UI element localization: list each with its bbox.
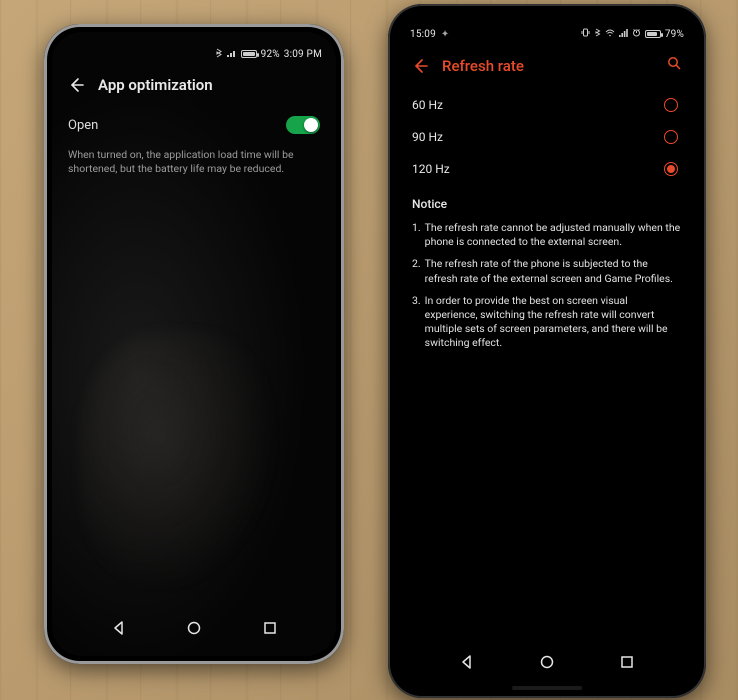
- back-arrow-icon[interactable]: [412, 58, 428, 74]
- option-120hz[interactable]: 120 Hz: [410, 153, 684, 185]
- toggle-description: When turned on, the application load tim…: [66, 142, 322, 176]
- notice-text: The refresh rate of the phone is subject…: [425, 257, 682, 285]
- toggle-label: Open: [68, 118, 98, 133]
- radio-icon: [664, 98, 678, 112]
- alarm-icon: [632, 28, 641, 40]
- vibrate-icon: [581, 28, 590, 40]
- nav-recents-icon[interactable]: [618, 653, 636, 671]
- status-bar: 92% 3:09 PM: [66, 42, 322, 66]
- notice-text: In order to provide the best on screen v…: [425, 294, 682, 351]
- screen-left: 92% 3:09 PM App optimization Open When t…: [52, 32, 336, 656]
- radio-icon: [664, 130, 678, 144]
- screen-right: 15:09 ✦ 79% Refre: [396, 12, 698, 690]
- notification-icon: ✦: [441, 29, 450, 40]
- bluetooth-icon: [215, 48, 223, 61]
- nav-home-icon[interactable]: [185, 619, 203, 637]
- search-icon[interactable]: [667, 56, 682, 75]
- battery-percent: 92%: [261, 49, 280, 60]
- nav-back-icon[interactable]: [110, 619, 128, 637]
- option-label: 120 Hz: [412, 162, 450, 176]
- battery-icon: [241, 50, 257, 58]
- status-bar: 15:09 ✦ 79%: [410, 22, 684, 46]
- radio-icon: [664, 162, 678, 176]
- list-number: 3.: [412, 294, 421, 351]
- nav-home-icon[interactable]: [538, 653, 556, 671]
- back-arrow-icon[interactable]: [68, 77, 84, 93]
- battery-percent: 79%: [665, 29, 684, 40]
- notice-item: 1. The refresh rate cannot be adjusted m…: [410, 217, 684, 253]
- option-label: 90 Hz: [412, 130, 443, 144]
- signal-icon: [227, 49, 237, 60]
- wifi-icon: [605, 29, 615, 40]
- list-number: 2.: [412, 257, 421, 285]
- header-row: Refresh rate: [410, 46, 684, 89]
- phone-left: 92% 3:09 PM App optimization Open When t…: [44, 24, 344, 664]
- toggle-row: Open: [66, 108, 322, 142]
- nav-bar: [52, 614, 336, 642]
- notice-text: The refresh rate cannot be adjusted manu…: [425, 221, 682, 249]
- page-title: Refresh rate: [442, 57, 524, 75]
- nav-recents-icon[interactable]: [261, 619, 279, 637]
- screen-reflection: [80, 332, 279, 594]
- option-label: 60 Hz: [412, 98, 443, 112]
- page-title: App optimization: [98, 76, 213, 94]
- open-toggle[interactable]: [286, 116, 320, 134]
- notice-item: 3. In order to provide the best on scree…: [410, 290, 684, 355]
- header-row: App optimization: [66, 66, 322, 108]
- notice-heading: Notice: [410, 185, 684, 217]
- clock: 3:09 PM: [284, 49, 322, 60]
- notice-item: 2. The refresh rate of the phone is subj…: [410, 253, 684, 289]
- nav-bar: [396, 648, 698, 676]
- bluetooth-icon: [594, 28, 601, 40]
- clock: 15:09: [410, 29, 436, 40]
- option-90hz[interactable]: 90 Hz: [410, 121, 684, 153]
- speaker-bottom: [512, 686, 582, 690]
- option-60hz[interactable]: 60 Hz: [410, 89, 684, 121]
- nav-back-icon[interactable]: [458, 653, 476, 671]
- phone-right: 15:09 ✦ 79% Refre: [388, 4, 706, 698]
- battery-icon: [645, 30, 661, 38]
- list-number: 1.: [412, 221, 421, 249]
- signal-icon: [619, 29, 628, 40]
